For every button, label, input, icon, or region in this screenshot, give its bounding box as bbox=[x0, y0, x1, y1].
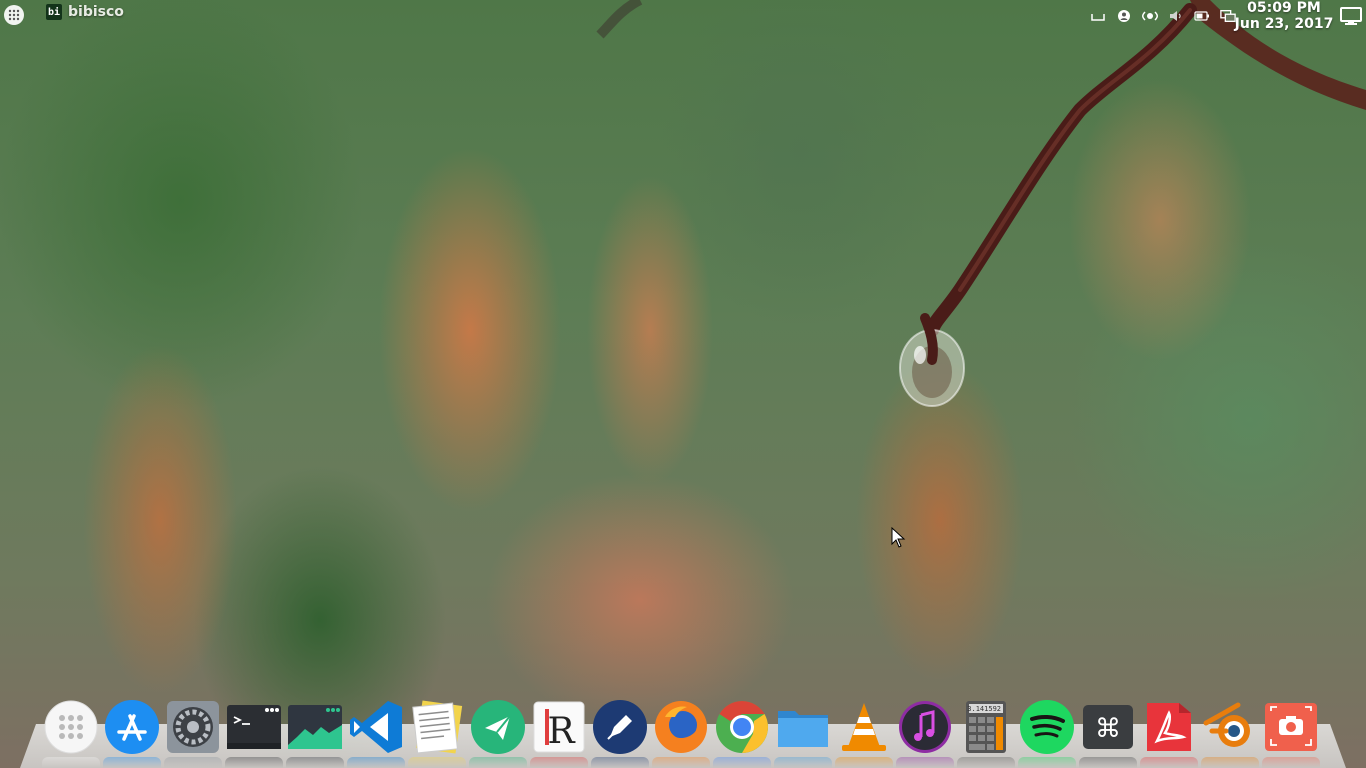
reflection-firefox bbox=[652, 757, 710, 768]
dock-item-pdf-reader[interactable] bbox=[1140, 698, 1198, 756]
command-key-icon: ⌘ bbox=[1083, 705, 1133, 749]
reflection-system-monitor bbox=[286, 757, 344, 768]
chrome-icon bbox=[716, 701, 768, 753]
dock-item-system-preferences[interactable] bbox=[164, 698, 222, 756]
reflection-rstudio bbox=[530, 757, 588, 768]
keyboard-layout-icon[interactable] bbox=[1090, 9, 1106, 23]
app-store-icon bbox=[105, 700, 159, 754]
monitor-icon bbox=[1340, 7, 1362, 25]
traffic-cone-icon bbox=[842, 703, 886, 751]
system-tray bbox=[1090, 9, 1236, 23]
reflection-calculator bbox=[957, 757, 1015, 768]
mouse-cursor-icon bbox=[891, 527, 906, 548]
calculator-display: 3.141592 bbox=[967, 705, 1001, 713]
system-monitor-icon bbox=[288, 705, 342, 749]
clock-date: Jun 23, 2017 bbox=[1234, 16, 1334, 32]
dock-item-app-grid[interactable] bbox=[42, 698, 100, 756]
blender-icon bbox=[1203, 702, 1250, 747]
reflection-writer bbox=[591, 757, 649, 768]
dock-item-music[interactable] bbox=[896, 698, 954, 756]
reflection-terminal bbox=[225, 757, 283, 768]
dock-item-calculator[interactable]: 3.141592 bbox=[957, 698, 1015, 756]
dock-item-blender[interactable] bbox=[1201, 698, 1259, 756]
r-letter-icon: R bbox=[533, 701, 585, 753]
firefox-icon bbox=[655, 701, 707, 753]
reflection-telegram bbox=[469, 757, 527, 768]
pen-icon bbox=[593, 700, 647, 754]
reflection-notes bbox=[408, 757, 466, 768]
dock-item-vlc[interactable] bbox=[835, 698, 893, 756]
paper-plane-icon bbox=[471, 700, 525, 754]
terminal-icon bbox=[227, 705, 281, 749]
reflection-vlc bbox=[835, 757, 893, 768]
dock-reflection bbox=[42, 757, 1320, 768]
gear-icon bbox=[167, 701, 219, 753]
reflection-app-store bbox=[103, 757, 161, 768]
reflection-system-preferences bbox=[164, 757, 222, 768]
launcher-button[interactable] bbox=[4, 5, 24, 25]
dock-item-chrome[interactable] bbox=[713, 698, 771, 756]
reflection-screenshot bbox=[1262, 757, 1320, 768]
dock: R 3.141592 ⌘ bbox=[42, 698, 1320, 758]
battery-icon[interactable] bbox=[1194, 9, 1210, 23]
dock-item-app-store[interactable] bbox=[103, 698, 161, 756]
top-panel: bi bibisco 05:09 PM Jun 23, 2017 bbox=[0, 0, 1366, 36]
user-icon[interactable] bbox=[1116, 9, 1132, 23]
reflection-visual-studio-code bbox=[347, 757, 405, 768]
folder-icon bbox=[778, 711, 828, 747]
dock-item-screenshot[interactable] bbox=[1262, 698, 1320, 756]
pdf-icon bbox=[1147, 703, 1191, 751]
reflection-pdf-reader bbox=[1140, 757, 1198, 768]
dock-item-notes[interactable] bbox=[408, 698, 466, 756]
svg-text:R: R bbox=[547, 711, 575, 752]
spotify-icon bbox=[1020, 700, 1074, 754]
reflection-keyboard-shortcuts bbox=[1079, 757, 1137, 768]
app-grid-icon bbox=[44, 700, 98, 754]
dock-item-terminal[interactable] bbox=[225, 698, 283, 756]
wallpaper-branch bbox=[596, 0, 1366, 407]
dock-item-keyboard-shortcuts[interactable]: ⌘ bbox=[1079, 698, 1137, 756]
show-desktop-button[interactable] bbox=[1340, 6, 1362, 26]
reflection-music bbox=[896, 757, 954, 768]
active-app-name: bibisco bbox=[68, 4, 124, 20]
dock-item-firefox[interactable] bbox=[652, 698, 710, 756]
vscode-icon bbox=[350, 701, 402, 753]
volume-icon[interactable] bbox=[1168, 9, 1184, 23]
bibisco-icon: bi bbox=[46, 4, 62, 20]
dock-item-rstudio[interactable]: R bbox=[530, 698, 588, 756]
dock-item-system-monitor[interactable] bbox=[286, 698, 344, 756]
app-grid-icon bbox=[8, 9, 20, 21]
dock-item-visual-studio-code[interactable] bbox=[347, 698, 405, 756]
reflection-spotify bbox=[1018, 757, 1076, 768]
reflection-chrome bbox=[713, 757, 771, 768]
dock-item-spotify[interactable] bbox=[1018, 698, 1076, 756]
dock-item-writer[interactable] bbox=[591, 698, 649, 756]
clock-time: 05:09 PM bbox=[1247, 0, 1321, 16]
reflection-files bbox=[774, 757, 832, 768]
svg-text:⌘: ⌘ bbox=[1095, 714, 1121, 744]
active-app-indicator[interactable]: bi bibisco bbox=[46, 4, 124, 20]
network-icon[interactable] bbox=[1142, 9, 1158, 23]
camera-icon bbox=[1265, 703, 1317, 751]
music-note-icon bbox=[899, 701, 951, 753]
notes-icon bbox=[412, 700, 463, 754]
calculator-icon: 3.141592 bbox=[966, 701, 1006, 753]
reflection-blender bbox=[1201, 757, 1259, 768]
dock-item-files[interactable] bbox=[774, 698, 832, 756]
clock[interactable]: 05:09 PM Jun 23, 2017 bbox=[1232, 0, 1336, 32]
dock-item-telegram[interactable] bbox=[469, 698, 527, 756]
reflection-app-grid bbox=[42, 757, 100, 768]
